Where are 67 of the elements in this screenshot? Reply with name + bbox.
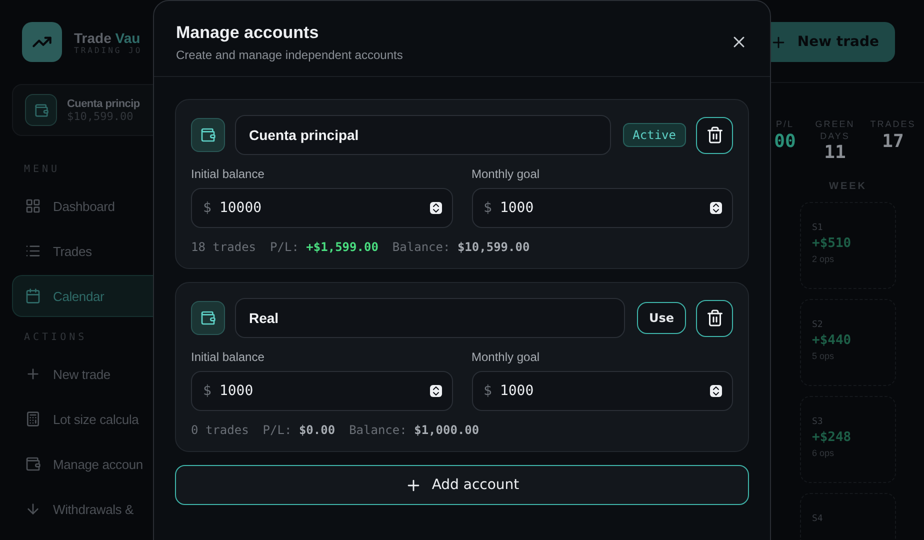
nav-label: Calendar [53, 288, 104, 304]
balance-summary: Balance: $10,599.00 [392, 240, 530, 254]
spinner-icon[interactable] [430, 385, 442, 397]
number-field[interactable]: $ 1000 [191, 371, 452, 411]
pl-summary: P/L: +$1,599.00 [270, 240, 378, 254]
week-amount: +$510 [812, 236, 852, 252]
delete-button[interactable] [696, 300, 733, 336]
pl-summary: P/L: $0.00 [262, 423, 336, 437]
wallet-icon [191, 301, 225, 335]
stat-value: 00 [774, 130, 796, 152]
balance-summary: Balance: $1,000.00 [349, 423, 480, 437]
week-label: S3 [812, 417, 824, 428]
account-name-field[interactable]: Cuenta principal [235, 115, 611, 155]
nav-item[interactable]: New trade [12, 353, 160, 395]
trash-icon [706, 126, 724, 144]
number-field[interactable]: $ 10000 [191, 188, 452, 228]
wallet-icon [25, 456, 41, 472]
active-badge: Active [622, 123, 686, 147]
spinner-icon[interactable] [710, 202, 722, 214]
nav-item[interactable]: Lot size calcula [12, 398, 160, 440]
number-field[interactable]: $ 1000 [472, 188, 733, 228]
week-label: S4 [812, 514, 824, 524]
nav-item[interactable]: Manage accoun [12, 443, 160, 485]
nav-label: Withdrawals & [53, 502, 134, 516]
list-icon [25, 243, 41, 259]
trade-count: 0 trades [191, 423, 249, 437]
calculator-icon [25, 411, 41, 427]
number-field[interactable]: $ 1000 [472, 371, 733, 411]
delete-button[interactable] [696, 116, 733, 154]
nav-label: Trades [53, 244, 92, 258]
add-account-button[interactable]: Add account [175, 465, 749, 505]
field-label: Initial balance [191, 350, 266, 364]
week-amount: +$248 [812, 430, 852, 446]
stat-label: GREEN DAYS [814, 119, 856, 142]
logo-icon [22, 22, 62, 62]
week-label: S1 [812, 223, 824, 234]
nav-label: Lot size calcula [53, 412, 139, 426]
wallet-icon [191, 118, 225, 152]
spinner-icon[interactable] [710, 385, 722, 397]
stat-value: 17 [882, 130, 904, 152]
nav-item[interactable]: Withdrawals & [12, 488, 160, 530]
account-name-field[interactable]: Real [235, 298, 625, 338]
field-label: Monthly goal [472, 350, 541, 364]
nav-item[interactable]: Trades [12, 230, 160, 272]
use-button[interactable]: Use [636, 302, 686, 334]
dialog-title: Manage accounts [176, 23, 320, 43]
dialog-subtitle: Create and manage independent accounts [176, 48, 403, 62]
plus-icon [25, 366, 41, 382]
nav-label: Manage accoun [53, 456, 143, 472]
calendar-icon [25, 288, 41, 304]
nav-item[interactable]: Dashboard [12, 185, 160, 227]
grid-icon [25, 198, 41, 214]
wallet-icon [25, 94, 57, 126]
stat-label: P/L [776, 119, 794, 131]
field-label: Monthly goal [472, 167, 541, 181]
field-label: Initial balance [191, 167, 266, 181]
trade-count: 18 trades [191, 240, 256, 254]
nav-label: Dashboard [53, 198, 115, 214]
trash-icon [706, 309, 724, 327]
brand-name: Trade Vau [74, 30, 142, 46]
stat-label: TRADES [870, 119, 916, 131]
account-name: Cuenta princip [67, 98, 140, 110]
week-label: S2 [812, 320, 824, 330]
week-amount: +$440 [812, 333, 852, 348]
stat-value: 11 [824, 142, 846, 164]
spinner-icon[interactable] [430, 202, 442, 214]
nav-label: New trade [53, 366, 110, 382]
